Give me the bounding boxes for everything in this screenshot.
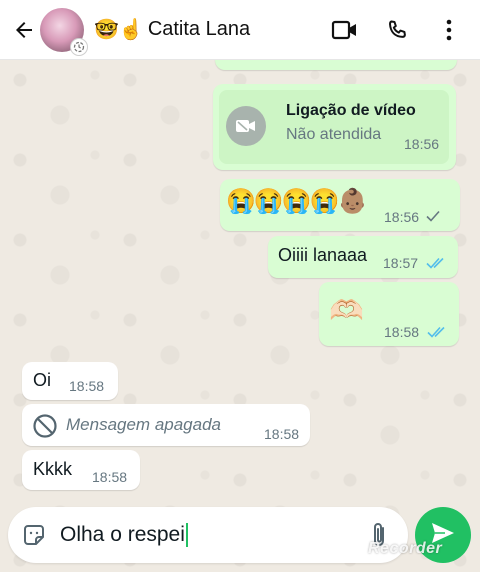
outgoing-message-bubble[interactable]: Oiiii lanaaa 18:57 [268,236,458,278]
contact-name: Catita Lana [147,18,251,40]
phone-icon[interactable] [382,15,412,45]
double-check-read-icon [427,325,447,343]
message-time: 18:58 [264,426,300,442]
outgoing-message-bubble[interactable]: 🫶🏻 18:58 [319,282,459,346]
message-time: 18:57 [383,255,419,271]
blocked-icon [32,413,58,444]
incoming-message-bubble[interactable]: Kkkk 18:58 [22,450,140,490]
outgoing-message-bubble[interactable]: 😭😭😭😭👶🏽 18:56 [220,179,460,231]
message-text: Oiiii lanaaa [278,245,368,265]
message-text: 🫶🏻 [329,295,364,326]
message-list[interactable]: Ligação de vídeo Não atendida 18:56 😭😭😭😭… [0,60,480,502]
missed-video-call-bubble[interactable]: Ligação de vídeo Não atendida 18:56 [213,84,456,170]
single-check-icon [426,209,440,227]
message-input[interactable]: Olha o respei [60,522,188,548]
message-time: 18:58 [69,378,105,394]
message-composer: Olha o respei [8,507,408,563]
missed-video-icon [226,106,266,146]
status-ring-icon [70,37,88,56]
contact-avatar[interactable] [40,7,88,56]
message-text: Kkkk [33,459,73,479]
message-text: Oi [33,370,51,390]
message-text: 😭😭😭😭👶🏽 [226,188,367,215]
recorder-watermark: Recorder [368,540,443,557]
message-time: 18:58 [92,469,128,485]
incoming-message-bubble[interactable]: Oi 18:58 [22,362,118,400]
message-time: 18:56 [404,136,440,152]
contact-name-area[interactable]: 🤓☝ Catita Lana [94,17,250,42]
more-vert-icon[interactable] [434,15,464,45]
call-title: Ligação de vídeo [286,102,416,119]
message-time: 18:58 [384,324,420,340]
message-time: 18:56 [384,209,420,225]
call-subtitle: Não atendida [286,126,382,143]
message-input-value: Olha o respei [60,522,185,546]
back-arrow-icon[interactable] [6,12,42,48]
video-call-icon[interactable] [330,15,360,45]
contact-emoji: 🤓☝ [94,19,144,41]
message-text: Mensagem apagada [66,415,222,434]
sticker-icon[interactable] [20,521,48,549]
double-check-read-icon [426,256,446,274]
partial-message-bubble [215,60,457,70]
text-cursor [185,523,188,548]
chat-header: 🤓☝ Catita Lana [0,0,480,60]
deleted-message-bubble[interactable]: Mensagem apagada 18:58 [22,404,310,446]
